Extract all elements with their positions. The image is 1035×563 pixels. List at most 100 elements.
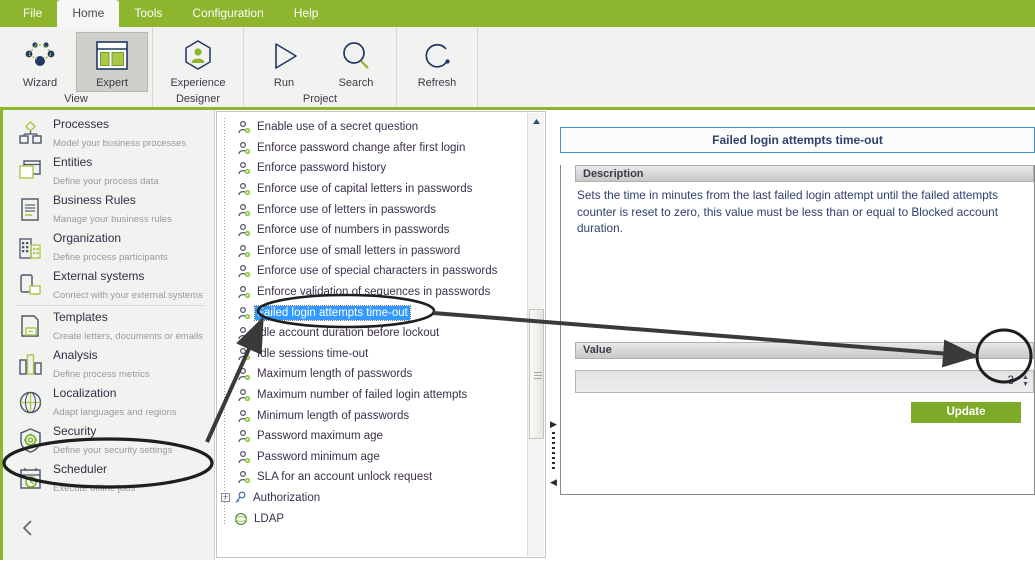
tree-item[interactable]: Idle sessions time-out — [217, 344, 545, 365]
menu-item-file[interactable]: File — [8, 0, 57, 27]
sidebar-item-subtitle: Model your business processes — [53, 138, 187, 149]
sidebar-item-external-systems[interactable]: External systems Connect with your exter… — [3, 266, 214, 304]
description-section-header: Description — [575, 165, 1034, 182]
menu-item-help[interactable]: Help — [279, 0, 334, 27]
tree-item[interactable]: Maximum number of failed login attempts — [217, 385, 545, 406]
user-gear-icon — [238, 286, 251, 299]
tree-item[interactable]: Enforce use of letters in passwords — [217, 199, 545, 220]
sidebar-item-title: Organization — [53, 230, 122, 245]
refresh-circular-arrow-icon — [418, 36, 456, 76]
spinner-down-arrow[interactable]: ▼ — [1022, 381, 1029, 388]
description-text: Sets the time in minutes from the last f… — [577, 188, 998, 235]
user-gear-icon — [238, 450, 251, 463]
sidebar-divider — [15, 305, 204, 306]
tree-item-label: Idle sessions time-out — [257, 347, 369, 360]
detail-panel-title: Failed login attempts time-out — [560, 127, 1035, 153]
tree-item[interactable]: Enforce use of numbers in passwords — [217, 220, 545, 241]
tree-item-label: Enforce use of small letters in password — [257, 244, 461, 257]
sidebar-item-business-rules[interactable]: Business Rules Manage your business rule… — [3, 190, 214, 228]
tree-item-label: Minimum length of passwords — [257, 409, 410, 422]
refresh-button[interactable]: Refresh — [401, 32, 473, 92]
ribbon-toolbar: Wizard Expert View Experience Designer R… — [0, 27, 1035, 110]
play-triangle-icon — [265, 36, 303, 76]
expert-button-label: Expert — [96, 77, 128, 89]
sidebar-item-localization[interactable]: Localization Adapt languages and regions — [3, 383, 214, 421]
tree-item[interactable]: SLA for an account unlock request — [217, 467, 545, 488]
splitter-collapse-right-icon[interactable]: ▶ — [550, 420, 557, 429]
panel-splitter[interactable]: ▶ ◀ — [546, 110, 560, 560]
user-gear-icon — [238, 389, 251, 402]
expert-button[interactable]: Expert — [76, 32, 148, 92]
update-button[interactable]: Update — [911, 401, 1021, 423]
sidebar-item-analysis[interactable]: Analysis Define process metrics — [3, 345, 214, 383]
menu-item-tools[interactable]: Tools — [119, 0, 177, 27]
sidebar-item-subtitle: Connect with your external systems — [53, 290, 203, 301]
sidebar-item-scheduler[interactable]: Scheduler Execute offline jobs — [3, 459, 214, 497]
magnifier-icon — [337, 36, 375, 76]
user-gear-icon — [238, 409, 251, 422]
tree-item-label: SLA for an account unlock request — [257, 471, 433, 484]
search-button[interactable]: Search — [320, 32, 392, 92]
user-gear-icon — [238, 306, 251, 319]
wizard-button[interactable]: Wizard — [4, 32, 76, 92]
tree-item[interactable]: Password minimum age — [217, 447, 545, 468]
splitter-collapse-left-icon[interactable]: ◀ — [550, 478, 557, 487]
network-nodes-icon — [21, 36, 59, 76]
expander-plus-icon[interactable]: + — [221, 493, 230, 503]
splitter-grip[interactable] — [552, 432, 555, 472]
tree-item[interactable]: Enforce password change after first logi… — [217, 138, 545, 159]
scrollbar-thumb[interactable] — [529, 309, 544, 439]
user-hexagon-icon — [179, 36, 217, 76]
tree-item-label: Enforce use of letters in passwords — [257, 203, 436, 216]
sidebar-item-title: Processes — [53, 116, 110, 131]
sidebar-item-subtitle: Define your security settings — [53, 445, 173, 456]
sidebar-item-title: Security — [53, 423, 97, 438]
sidebar-item-subtitle: Create letters, documents or emails — [53, 331, 203, 342]
run-button[interactable]: Run — [248, 32, 320, 92]
value-spinner-arrows[interactable]: ▲ ▼ — [1019, 371, 1032, 392]
tree-item[interactable]: Enforce use of small letters in password — [217, 241, 545, 262]
tree-node-label: Authorization — [253, 491, 321, 504]
sidebar-item-security[interactable]: Security Define your security settings — [3, 421, 214, 459]
experience-button-label: Experience — [170, 77, 226, 89]
tree-item[interactable]: Minimum length of passwords — [217, 405, 545, 426]
search-button-label: Search — [338, 77, 374, 89]
tree-item[interactable]: Idle account duration before lockout — [217, 323, 545, 344]
tree-item[interactable]: Enable use of a secret question — [217, 117, 545, 138]
tree-item[interactable]: Enforce use of capital letters in passwo… — [217, 179, 545, 200]
menu-item-home[interactable]: Home — [57, 0, 120, 27]
tree-node-ldap[interactable]: LDAP — [217, 508, 545, 529]
sidebar-item-subtitle: Define process metrics — [53, 369, 150, 380]
tree-item-failed-login-attempts-time-out[interactable]: Failed login attempts time-out — [217, 302, 545, 323]
tree-guide-line — [224, 118, 225, 526]
tree-vertical-scrollbar[interactable] — [527, 113, 544, 556]
menu-item-configuration[interactable]: Configuration — [177, 0, 278, 27]
experience-button[interactable]: Experience — [157, 32, 239, 92]
ribbon-group-designer: Experience Designer — [153, 27, 244, 107]
ribbon-group-refresh: Refresh — [397, 27, 478, 107]
tree-item-label: Enforce use of capital letters in passwo… — [257, 183, 473, 196]
tree-item[interactable]: Enforce password history — [217, 158, 545, 179]
scrollbar-up-arrow[interactable] — [528, 113, 545, 129]
sidebar-item-subtitle: Adapt languages and regions — [53, 407, 177, 418]
tree-item-label: Idle account duration before lockout — [257, 327, 440, 340]
tree-item[interactable]: Enforce use of special characters in pas… — [217, 261, 545, 282]
user-gear-icon — [238, 244, 251, 257]
tree-item[interactable]: Maximum length of passwords — [217, 364, 545, 385]
user-gear-icon — [238, 368, 251, 381]
user-gear-icon — [238, 183, 251, 196]
value-spinner-input[interactable]: 3 ▲ ▼ — [575, 369, 1034, 393]
sidebar-item-subtitle: Execute offline jobs — [53, 483, 136, 494]
sidebar-item-organization[interactable]: Organization Define process participants — [3, 228, 214, 266]
sidebar-item-processes[interactable]: Processes Model your business processes — [3, 114, 214, 152]
sidebar-collapse-button[interactable] — [21, 519, 35, 542]
sidebar-item-entities[interactable]: Entities Define your process data — [3, 152, 214, 190]
sidebar-item-templates[interactable]: Templates Create letters, documents or e… — [3, 307, 214, 345]
process-flow-icon — [15, 118, 45, 148]
tree-item[interactable]: Password maximum age — [217, 426, 545, 447]
tree-item[interactable]: Enforce validation of sequences in passw… — [217, 282, 545, 303]
user-gear-icon — [238, 347, 251, 360]
tree-node-authorization[interactable]: + Authorization — [217, 488, 545, 509]
sidebar-item-title: Scheduler — [53, 461, 108, 476]
spinner-up-arrow[interactable]: ▲ — [1022, 374, 1029, 381]
